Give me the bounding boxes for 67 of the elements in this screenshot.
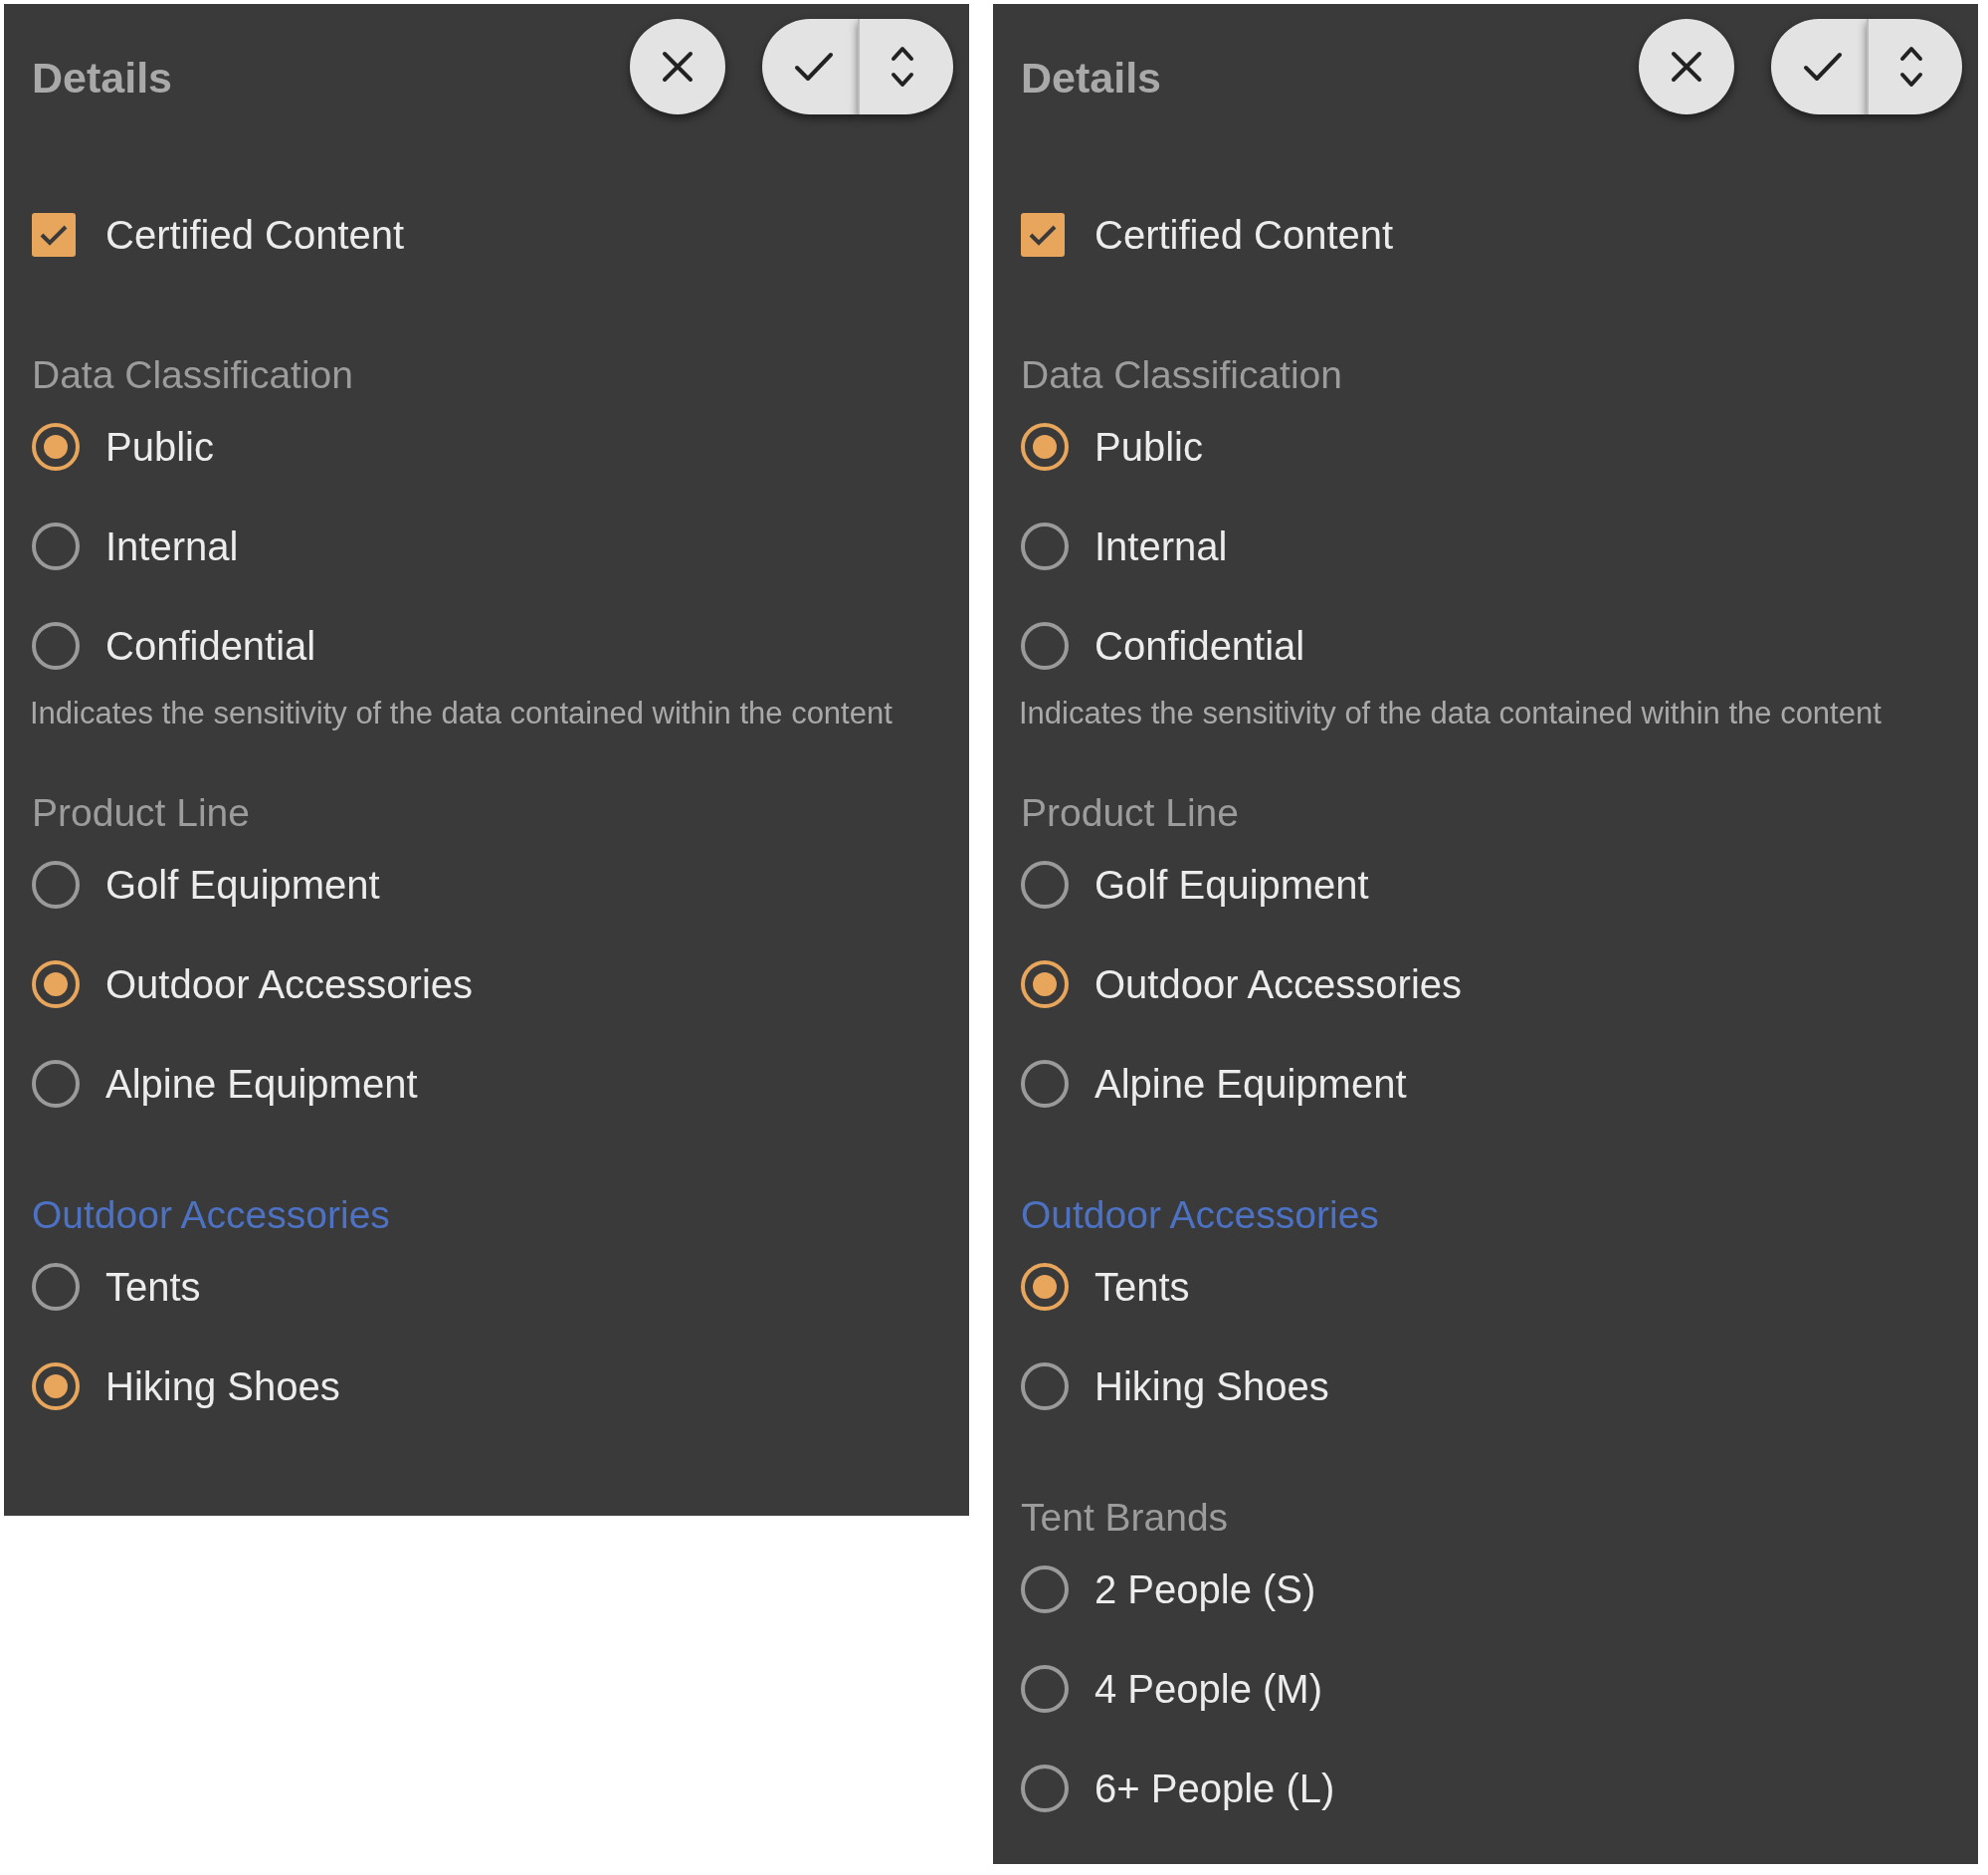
cancel-button[interactable]	[630, 19, 725, 114]
radio-button[interactable]	[32, 861, 80, 909]
radio-label[interactable]: Internal	[105, 517, 239, 576]
radio-label[interactable]: Alpine Equipment	[105, 1054, 418, 1114]
help-text: Indicates the sensitivity of the data contained within the content	[30, 696, 894, 731]
section-heading: Data Classification	[1021, 353, 1343, 397]
checkbox-label[interactable]: Certified Content	[1094, 205, 1394, 265]
checkbox-label[interactable]: Certified Content	[105, 205, 405, 265]
radio-button[interactable]	[1021, 1565, 1069, 1613]
radio-button[interactable]	[32, 1263, 80, 1311]
panel-title: Details	[1021, 52, 1161, 104]
radio-button[interactable]	[1021, 522, 1069, 570]
reorder-button[interactable]	[858, 19, 953, 114]
radio-button[interactable]	[32, 960, 80, 1008]
radio-label[interactable]: Outdoor Accessories	[1094, 954, 1463, 1014]
check-icon	[794, 51, 834, 83]
reorder-button[interactable]	[1867, 19, 1962, 114]
radio-label[interactable]: Tents	[1094, 1257, 1190, 1317]
radio-button[interactable]	[32, 522, 80, 570]
radio-button[interactable]	[1021, 1060, 1069, 1108]
radio-label[interactable]: Public	[105, 417, 214, 477]
radio-button[interactable]	[1021, 622, 1069, 670]
panel-title: Details	[32, 52, 172, 104]
help-text: Indicates the sensitivity of the data contained within the content	[1019, 696, 1883, 731]
radio-button[interactable]	[32, 1060, 80, 1108]
check-icon	[39, 223, 69, 247]
radio-button[interactable]	[32, 622, 80, 670]
close-icon	[1670, 50, 1703, 84]
cancel-button[interactable]	[1639, 19, 1734, 114]
radio-label[interactable]: Hiking Shoes	[105, 1356, 340, 1416]
radio-button[interactable]	[1021, 960, 1069, 1008]
check-icon	[1028, 223, 1058, 247]
radio-button[interactable]	[32, 423, 80, 471]
radio-label[interactable]: Alpine Equipment	[1094, 1054, 1407, 1114]
section-heading: Outdoor Accessories	[32, 1193, 391, 1237]
radio-label[interactable]: Golf Equipment	[105, 855, 380, 915]
radio-button[interactable]	[1021, 1263, 1069, 1311]
up-down-chevron-icon	[891, 45, 914, 89]
radio-label[interactable]: Hiking Shoes	[1094, 1356, 1329, 1416]
radio-label[interactable]: 4 People (M)	[1094, 1659, 1322, 1719]
section-heading: Tent Brands	[1021, 1496, 1230, 1540]
confirm-button[interactable]	[1771, 19, 1867, 114]
section-heading: Product Line	[1021, 791, 1240, 835]
checkbox[interactable]	[32, 213, 76, 257]
radio-button[interactable]	[1021, 1765, 1069, 1812]
radio-label[interactable]: Public	[1094, 417, 1203, 477]
radio-button[interactable]	[32, 1362, 80, 1410]
radio-label[interactable]: 2 People (S)	[1094, 1560, 1316, 1619]
radio-button[interactable]	[1021, 1665, 1069, 1713]
radio-label[interactable]: Confidential	[1094, 616, 1305, 676]
radio-label[interactable]: Tents	[105, 1257, 201, 1317]
radio-label[interactable]: 6+ People (L)	[1094, 1759, 1335, 1818]
check-icon	[1803, 51, 1843, 83]
radio-button[interactable]	[1021, 861, 1069, 909]
checkbox[interactable]	[1021, 213, 1065, 257]
radio-button[interactable]	[1021, 1362, 1069, 1410]
radio-label[interactable]: Outdoor Accessories	[105, 954, 474, 1014]
section-heading: Outdoor Accessories	[1021, 1193, 1380, 1237]
section-heading: Data Classification	[32, 353, 354, 397]
radio-label[interactable]: Internal	[1094, 517, 1228, 576]
section-heading: Product Line	[32, 791, 251, 835]
radio-label[interactable]: Golf Equipment	[1094, 855, 1369, 915]
radio-button[interactable]	[1021, 423, 1069, 471]
radio-label[interactable]: Confidential	[105, 616, 316, 676]
confirm-button[interactable]	[762, 19, 858, 114]
up-down-chevron-icon	[1899, 45, 1923, 89]
close-icon	[661, 50, 695, 84]
